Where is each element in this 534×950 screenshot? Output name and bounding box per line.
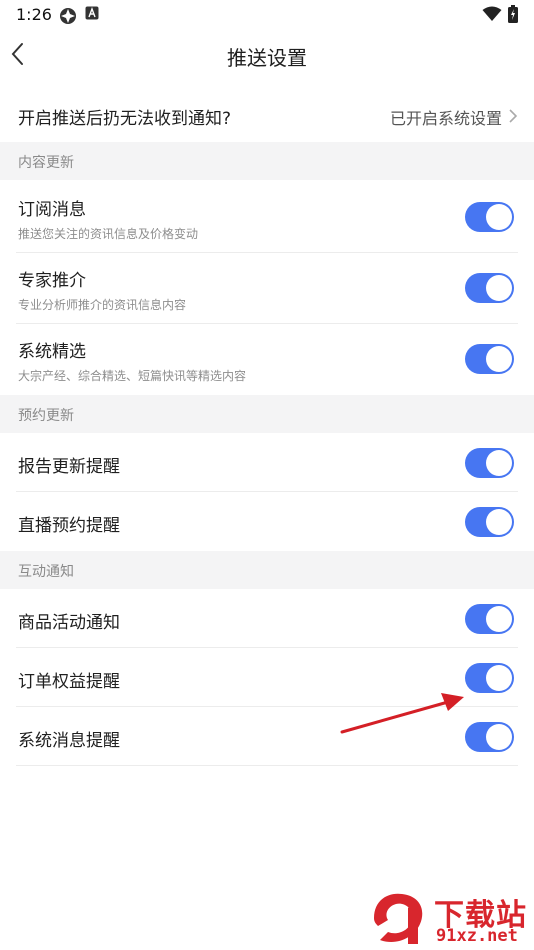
- notice-title: 开启推送后扔无法收到通知?: [18, 109, 232, 129]
- setting-subtitle: 推送您关注的资讯信息及价格变动: [18, 227, 199, 241]
- setting-subtitle: 专业分析师推介的资讯信息内容: [18, 298, 187, 312]
- toggle-report[interactable]: [465, 448, 514, 478]
- toggle-order[interactable]: [465, 663, 514, 693]
- setting-title: 直播预约提醒: [18, 516, 120, 536]
- wifi-icon: [482, 6, 502, 21]
- setting-row-live: 直播预约提醒: [0, 492, 534, 551]
- status-bar: 1:26: [0, 0, 534, 30]
- system-settings-row[interactable]: 开启推送后扔无法收到通知? 已开启系统设置: [0, 92, 534, 142]
- toggle-expert[interactable]: [465, 273, 514, 303]
- notice-status: 已开启系统设置: [389, 109, 502, 128]
- toggle-knob: [486, 275, 512, 301]
- setting-title: 报告更新提醒: [18, 457, 120, 477]
- setting-title: 系统精选: [18, 342, 86, 362]
- annotation-arrow-icon: [340, 693, 464, 734]
- setting-row-expert: 专家推介 专业分析师推介的资讯信息内容: [0, 253, 534, 324]
- setting-row-report: 报告更新提醒: [0, 433, 534, 492]
- app-notification-icon: [60, 8, 76, 24]
- toggle-knob: [486, 204, 512, 230]
- font-notification-icon: [85, 6, 99, 20]
- setting-row-product: 商品活动通知: [0, 589, 534, 648]
- toggle-subscription[interactable]: [465, 202, 514, 232]
- divider: [16, 765, 518, 766]
- toggle-system-msg[interactable]: [465, 722, 514, 752]
- watermark: 下载站 91xz.net: [366, 888, 532, 948]
- toggle-product[interactable]: [465, 604, 514, 634]
- setting-title: 系统消息提醒: [18, 731, 120, 751]
- toggle-live[interactable]: [465, 507, 514, 537]
- toggle-knob: [486, 606, 512, 632]
- toggle-knob: [486, 346, 512, 372]
- setting-title: 商品活动通知: [18, 613, 120, 633]
- section-label: 互动通知: [18, 564, 74, 580]
- watermark-logo-icon: [374, 893, 423, 944]
- setting-row-selected: 系统精选 大宗产经、综合精选、短篇快讯等精选内容: [0, 324, 534, 395]
- toggle-selected[interactable]: [465, 344, 514, 374]
- section-header-content-updates: 内容更新: [0, 142, 534, 180]
- chevron-right-icon: [509, 109, 518, 123]
- setting-title: 订阅消息: [18, 200, 86, 220]
- toggle-knob: [486, 509, 512, 535]
- section-label: 预约更新: [18, 408, 74, 424]
- status-time: 1:26: [16, 5, 52, 24]
- setting-subtitle: 大宗产经、综合精选、短篇快讯等精选内容: [18, 369, 247, 383]
- section-header-interaction: 互动通知: [0, 551, 534, 589]
- toggle-knob: [486, 665, 512, 691]
- setting-row-subscription: 订阅消息 推送您关注的资讯信息及价格变动: [0, 180, 534, 253]
- section-label: 内容更新: [18, 155, 74, 171]
- header-bar: 推送设置: [0, 30, 534, 78]
- setting-title: 订单权益提醒: [18, 672, 120, 692]
- battery-icon: [508, 5, 518, 23]
- toggle-knob: [486, 450, 512, 476]
- section-header-reservation-updates: 预约更新: [0, 395, 534, 433]
- watermark-url: 91xz.net: [436, 926, 518, 946]
- page-title: 推送设置: [227, 46, 307, 70]
- setting-title: 专家推介: [18, 271, 86, 291]
- toggle-knob: [486, 724, 512, 750]
